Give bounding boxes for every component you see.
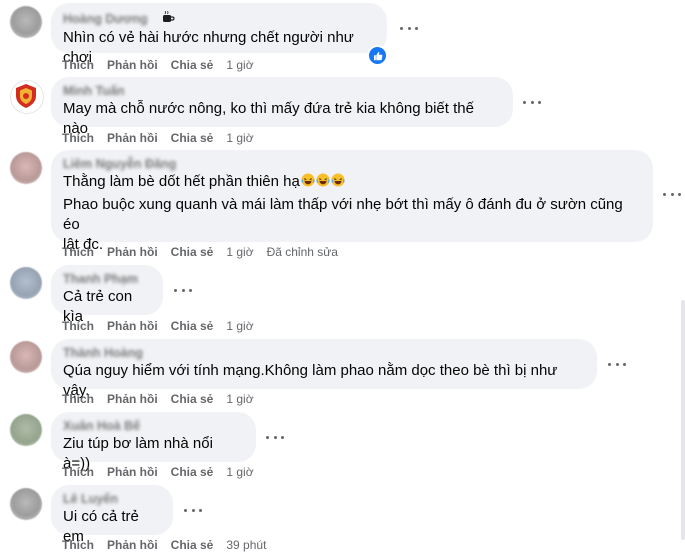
more-options-button[interactable]: [663, 189, 681, 199]
like-reaction-badge[interactable]: [367, 45, 388, 66]
avatar[interactable]: [10, 267, 42, 299]
more-options-button[interactable]: [184, 505, 202, 515]
share-button[interactable]: Chia sẻ: [171, 245, 214, 259]
timestamp[interactable]: 1 giờ: [226, 465, 253, 479]
reply-button[interactable]: Phản hồi: [107, 319, 158, 333]
like-button[interactable]: Thích: [62, 465, 94, 479]
reply-button[interactable]: Phản hồi: [107, 245, 158, 259]
like-button[interactable]: Thích: [62, 245, 94, 259]
comment-actions: Thích Phản hồi Chia sẻ 1 giờ: [62, 391, 267, 407]
comment-text: Thằng làm bè dốt hết phần thiên hạ Phao …: [63, 172, 641, 255]
reply-button[interactable]: Phản hồi: [107, 538, 158, 552]
comment-text-line: Thằng làm bè dốt hết phần thiên hạ: [63, 173, 300, 190]
avatar[interactable]: [10, 152, 42, 184]
like-button[interactable]: Thích: [62, 392, 94, 406]
comment-author[interactable]: Xuân Hoà Bế: [63, 419, 244, 434]
laughing-emoji-icon: [316, 173, 330, 187]
share-button[interactable]: Chia sẻ: [171, 131, 214, 145]
comment-bubble: Thành Hoàng Qúa nguy hiểm với tính mạng.…: [51, 339, 597, 399]
avatar[interactable]: [10, 414, 42, 446]
timestamp[interactable]: 1 giờ: [226, 319, 253, 333]
like-button[interactable]: Thích: [62, 131, 94, 145]
avatar[interactable]: [10, 488, 42, 520]
comment-bubble: Hoàng Dương Nhìn có vẻ hài hước nhưng ch…: [51, 3, 387, 66]
comment-author[interactable]: Hoàng Dương: [63, 12, 148, 27]
comment-actions: Thích Phản hồi Chia sẻ 1 giờ Đã chỉnh sửa: [62, 244, 351, 260]
laughing-emoji-icon: [331, 173, 345, 187]
reply-button[interactable]: Phản hồi: [107, 131, 158, 145]
more-options-button[interactable]: [266, 432, 284, 442]
avatar[interactable]: [10, 6, 42, 38]
avatar[interactable]: [10, 80, 44, 114]
comment-bubble: Lê Luyến Ui có cả trẻ em: [51, 485, 173, 545]
reply-button[interactable]: Phản hồi: [107, 465, 158, 479]
comment-actions: Thích Phản hồi Chia sẻ 1 giờ: [62, 464, 267, 480]
comment-author[interactable]: Minh Tuấn: [63, 84, 501, 99]
share-button[interactable]: Chia sẻ: [171, 319, 214, 333]
avatar[interactable]: [10, 341, 42, 373]
reply-button[interactable]: Phản hồi: [107, 58, 158, 72]
comment-author[interactable]: Liêm Nguyễn Đăng: [63, 157, 641, 172]
coffee-icon: [163, 11, 175, 22]
more-options-button[interactable]: [400, 23, 418, 33]
timestamp[interactable]: 1 giờ: [226, 392, 253, 406]
share-button[interactable]: Chia sẻ: [171, 465, 214, 479]
reply-button[interactable]: Phản hồi: [107, 392, 158, 406]
comment-actions: Thích Phản hồi Chia sẻ 1 giờ: [62, 57, 267, 73]
comment-bubble: Liêm Nguyễn Đăng Thằng làm bè dốt hết ph…: [51, 150, 653, 253]
timestamp[interactable]: 39 phút: [226, 538, 266, 552]
comment-author[interactable]: Thành Hoàng: [63, 346, 585, 361]
more-options-button[interactable]: [523, 97, 541, 107]
comment-bubble: Minh Tuấn May mà chỗ nước nông, ko thì m…: [51, 77, 513, 137]
like-button[interactable]: Thích: [62, 58, 94, 72]
comment-author[interactable]: Thanh Phạm: [63, 272, 151, 287]
more-options-button[interactable]: [174, 285, 192, 295]
like-button[interactable]: Thích: [62, 319, 94, 333]
thumbs-up-icon: [373, 51, 382, 60]
timestamp[interactable]: 1 giờ: [226, 245, 253, 259]
scrollbar[interactable]: [681, 300, 685, 540]
comment-actions: Thích Phản hồi Chia sẻ 1 giờ: [62, 318, 267, 334]
edited-label[interactable]: Đã chỉnh sửa: [267, 245, 338, 259]
timestamp[interactable]: 1 giờ: [226, 58, 253, 72]
share-button[interactable]: Chia sẻ: [171, 392, 214, 406]
share-button[interactable]: Chia sẻ: [171, 58, 214, 72]
timestamp[interactable]: 1 giờ: [226, 131, 253, 145]
comment-text-line: Phao buộc xung quanh và mái làm thấp với…: [63, 196, 623, 233]
laughing-emoji-icon: [301, 173, 315, 187]
comment-bubble: Thanh Phạm Cả trẻ con kìa: [51, 265, 163, 325]
comment-actions: Thích Phản hồi Chia sẻ 1 giờ: [62, 130, 267, 146]
comment-actions: Thích Phản hồi Chia sẻ 39 phút: [62, 537, 279, 553]
like-button[interactable]: Thích: [62, 538, 94, 552]
comment-author[interactable]: Lê Luyến: [63, 492, 161, 507]
share-button[interactable]: Chia sẻ: [171, 538, 214, 552]
comment-bubble: Xuân Hoà Bế Ziu túp bơ làm nhà nổi à=)): [51, 412, 256, 472]
shield-logo-icon: [16, 84, 36, 108]
more-options-button[interactable]: [608, 359, 626, 369]
